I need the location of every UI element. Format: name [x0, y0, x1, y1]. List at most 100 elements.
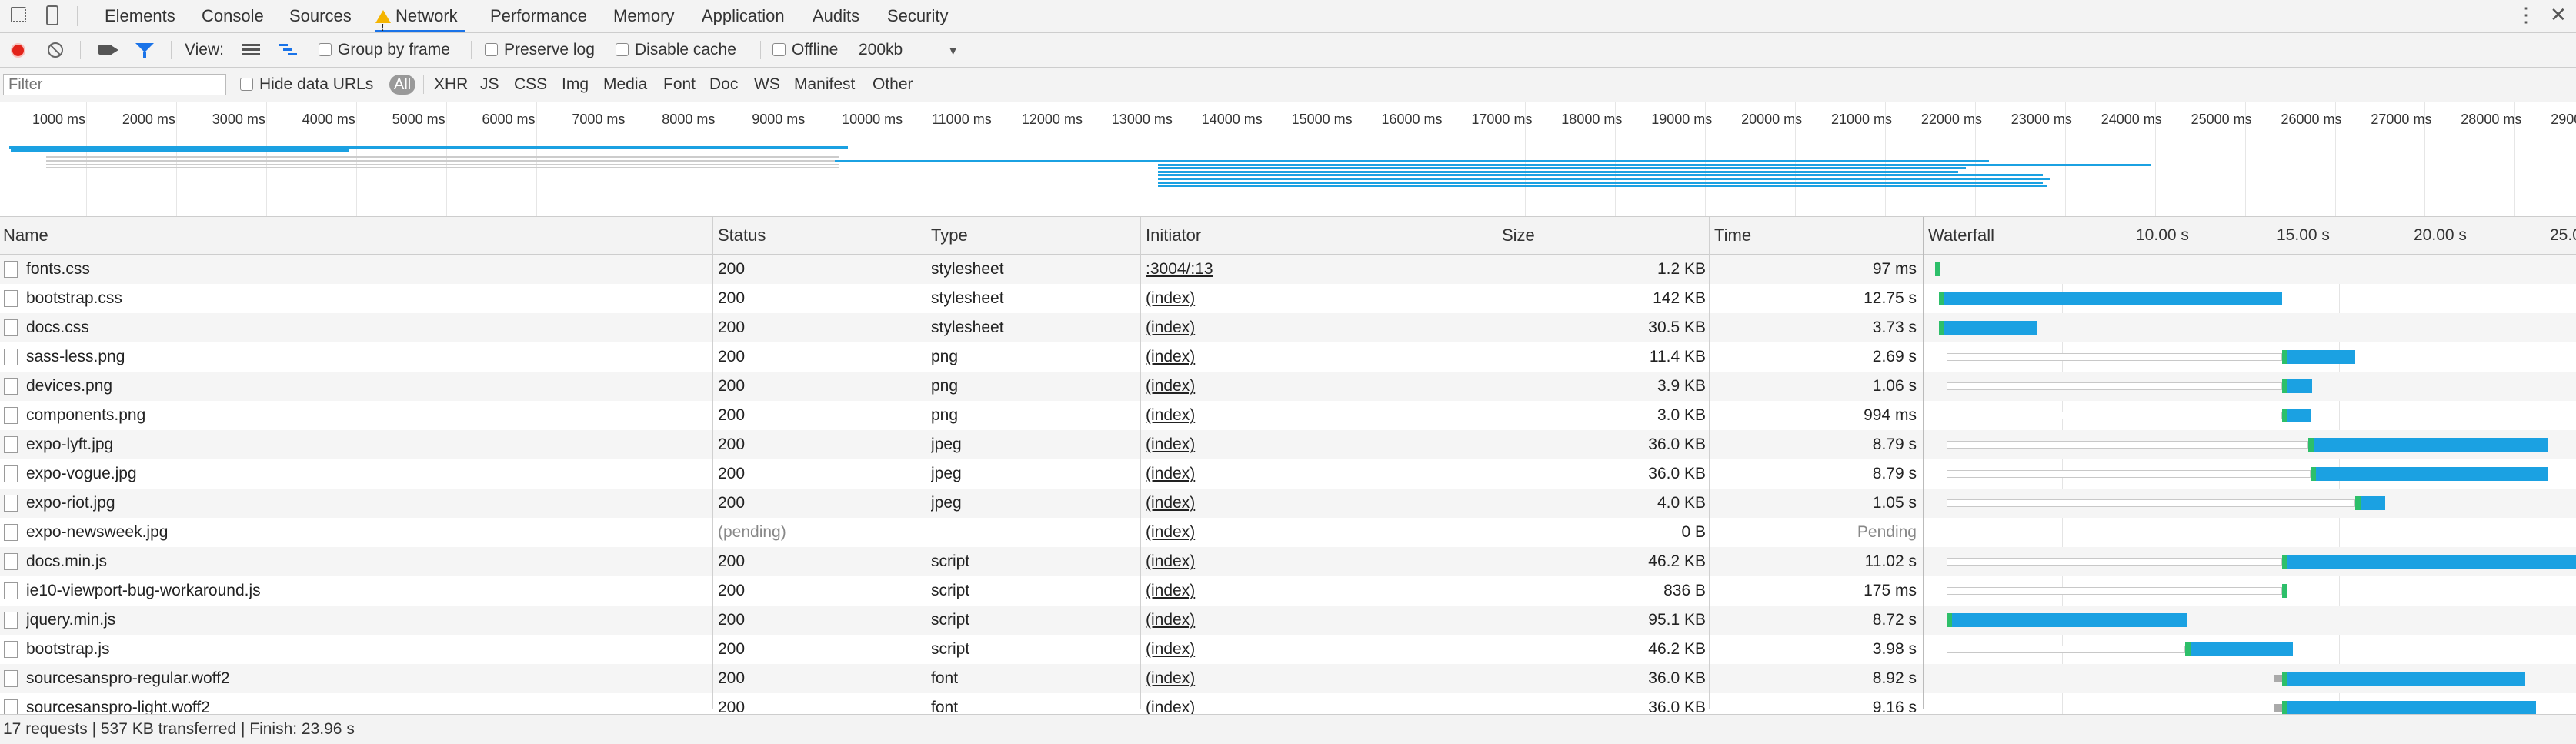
table-row[interactable]: sass-less.png 200 png (index) 11.4 KB 2.69 s	[0, 342, 2576, 372]
cell-status: 200	[718, 406, 746, 424]
waterfall-download-bar	[1952, 613, 2187, 627]
column-header-waterfall[interactable]: Waterfall	[1925, 217, 1994, 254]
filter-type-css[interactable]: CSS	[514, 68, 547, 102]
checkbox-label: Disable cache	[635, 41, 736, 58]
table-row[interactable]: docs.min.js 200 script (index) 46.2 KB 11.02 …	[0, 547, 2576, 576]
filter-type-js[interactable]: JS	[480, 68, 499, 102]
filter-type-font[interactable]: Font	[663, 68, 696, 102]
column-header-size[interactable]: Size	[1499, 217, 1535, 254]
filter-type-img[interactable]: Img	[562, 68, 589, 102]
filter-type-other[interactable]: Other	[873, 68, 913, 102]
cell-name: expo-riot.jpg	[26, 494, 115, 512]
clear-icon[interactable]	[48, 42, 63, 58]
device-toolbar-icon[interactable]	[46, 5, 58, 25]
tab-security[interactable]: Security	[887, 0, 948, 32]
tab-application[interactable]: Application	[702, 0, 785, 32]
table-row[interactable]: components.png 200 png (index) 3.0 KB 994 ms	[0, 401, 2576, 430]
cell-initiator[interactable]: (index)	[1146, 518, 1484, 547]
file-icon	[4, 582, 18, 599]
camera-icon[interactable]	[98, 45, 118, 55]
table-row[interactable]: fonts.css 200 stylesheet:3004/:13 1.2 KB 97 …	[0, 255, 2576, 284]
table-row[interactable]: expo-lyft.jpg 200 jpeg (index) 36.0 KB 8.79 s	[0, 430, 2576, 459]
tab-console[interactable]: Console	[202, 0, 264, 32]
cell-status: 200	[718, 377, 746, 395]
waterfall-tick: 25.0	[2550, 226, 2576, 244]
more-options-icon[interactable]: ⋮	[2516, 3, 2536, 27]
filter-type-all[interactable]: All	[389, 75, 416, 95]
table-row[interactable]: jquery.min.js 200 script (index) 95.1 KB 8.72…	[0, 606, 2576, 635]
cell-initiator[interactable]: (index)	[1146, 401, 1484, 430]
large-rows-icon[interactable]	[242, 44, 260, 56]
cell-initiator[interactable]: (index)	[1146, 459, 1484, 489]
column-header-name[interactable]: Name	[0, 217, 48, 254]
table-row[interactable]: bootstrap.css 200 stylesheet (index) 142 KB 1…	[0, 284, 2576, 313]
cell-initiator[interactable]: (index)	[1146, 606, 1484, 635]
table-row[interactable]: expo-newsweek.jpg (pending) (index) 0 B Pend…	[0, 518, 2576, 547]
cell-initiator[interactable]: (index)	[1146, 284, 1484, 313]
table-row[interactable]: docs.css 200 stylesheet (index) 30.5 KB 3.73 …	[0, 313, 2576, 342]
inspect-element-icon[interactable]	[11, 7, 26, 22]
tab-audits[interactable]: Audits	[813, 0, 859, 32]
column-header-initiator[interactable]: Initiator	[1143, 217, 1201, 254]
filter-type-media[interactable]: Media	[603, 68, 647, 102]
cell-size: 142 KB	[1653, 289, 1706, 307]
tab-memory[interactable]: Memory	[613, 0, 674, 32]
requests-table-body: fonts.css 200 stylesheet:3004/:13 1.2 KB 97 …	[0, 255, 2576, 714]
cell-initiator[interactable]: (index)	[1146, 372, 1484, 401]
table-row[interactable]: ie10-viewport-bug-workaround.js 200 script…	[0, 576, 2576, 606]
cell-initiator[interactable]: (index)	[1146, 693, 1484, 714]
cell-initiator[interactable]: (index)	[1146, 635, 1484, 664]
cell-initiator[interactable]: (index)	[1146, 489, 1484, 518]
overview-tick-label: 1000 ms	[32, 112, 86, 127]
filter-type-doc[interactable]: Doc	[709, 68, 738, 102]
disable-cache-checkbox[interactable]: Disable cache	[616, 33, 736, 67]
cell-name: expo-newsweek.jpg	[26, 523, 169, 541]
cell-name: fonts.css	[26, 260, 90, 278]
cell-initiator[interactable]: (index)	[1146, 547, 1484, 576]
tab-performance[interactable]: Performance	[490, 0, 587, 32]
tab-sources[interactable]: Sources	[289, 0, 352, 32]
tab-elements[interactable]: Elements	[105, 0, 175, 32]
table-row[interactable]: expo-riot.jpg 200 jpeg (index) 4.0 KB 1.05 s	[0, 489, 2576, 518]
cell-initiator[interactable]: (index)	[1146, 664, 1484, 693]
cell-initiator[interactable]: (index)	[1146, 313, 1484, 342]
filter-type-manifest[interactable]: Manifest	[794, 68, 855, 102]
overview-tick-label: 10000 ms	[842, 112, 903, 127]
table-row[interactable]: expo-vogue.jpg 200 jpeg (index) 36.0 KB 8.79 …	[0, 459, 2576, 489]
cell-initiator[interactable]: (index)	[1146, 342, 1484, 372]
network-overview-timeline[interactable]: 1000 ms 2000 ms 3000 ms 4000 ms 5000 ms 6000 …	[0, 102, 2576, 217]
cell-status: 200	[718, 611, 746, 629]
table-row[interactable]: devices.png 200 png (index) 3.9 KB 1.06 s	[0, 372, 2576, 401]
filter-input[interactable]	[3, 74, 226, 95]
cell-initiator[interactable]: (index)	[1146, 576, 1484, 606]
overview-tick-label: 5000 ms	[392, 112, 445, 127]
column-header-type[interactable]: Type	[928, 217, 968, 254]
checkbox-label: Offline	[792, 41, 839, 58]
filter-type-label: Img	[562, 75, 589, 93]
offline-checkbox[interactable]: Offline	[772, 33, 838, 67]
waterfall-view-icon[interactable]	[279, 44, 297, 56]
throttling-select[interactable]: 200kb ▼	[859, 33, 959, 67]
cell-initiator[interactable]: :3004/:13	[1146, 255, 1484, 284]
filter-type-xhr[interactable]: XHR	[434, 68, 468, 102]
preserve-log-checkbox[interactable]: Preserve log	[485, 33, 595, 67]
waterfall-tick: 15.00 s	[2277, 226, 2330, 244]
group-by-frame-checkbox[interactable]: Group by frame	[319, 33, 450, 67]
cell-status: 200	[718, 669, 746, 687]
table-row[interactable]: sourcesanspro-regular.woff2 200 font (index…	[0, 664, 2576, 693]
cell-initiator[interactable]: (index)	[1146, 430, 1484, 459]
record-button[interactable]	[11, 43, 25, 58]
tab-network[interactable]: Network	[375, 0, 465, 44]
cell-type: stylesheet	[931, 260, 1004, 278]
hide-data-urls-checkbox[interactable]: Hide data URLs	[240, 68, 373, 102]
table-row[interactable]: sourcesanspro-light.woff2 200 font (index) 3…	[0, 693, 2576, 714]
filter-type-ws[interactable]: WS	[754, 68, 780, 102]
overview-request-bar	[46, 160, 839, 162]
table-row[interactable]: bootstrap.js 200 script (index) 46.2 KB 3.98 …	[0, 635, 2576, 664]
cell-type: stylesheet	[931, 319, 1004, 336]
close-icon[interactable]: ✕	[2550, 3, 2567, 27]
cell-size: 11.4 KB	[1649, 348, 1706, 365]
column-header-status[interactable]: Status	[715, 217, 766, 254]
column-header-time[interactable]: Time	[1711, 217, 1751, 254]
throttling-value: 200kb	[859, 41, 903, 58]
